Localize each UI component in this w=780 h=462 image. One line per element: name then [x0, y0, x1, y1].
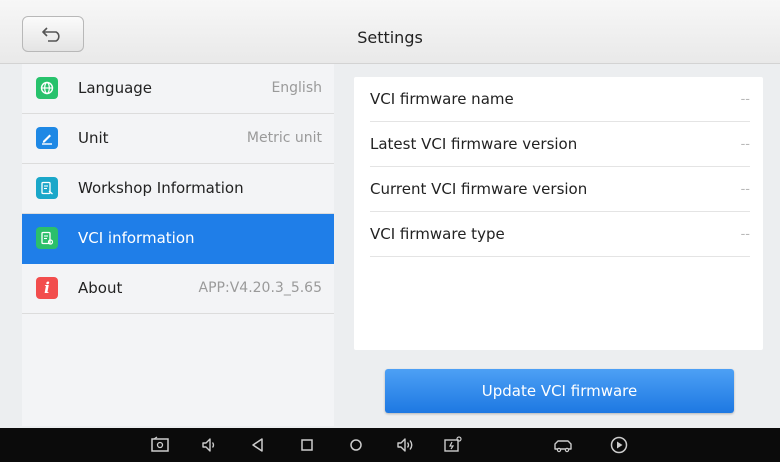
vci-info-panel: VCI firmware name -- Latest VCI firmware…	[354, 77, 763, 350]
row-value: --	[740, 227, 750, 242]
row-value: --	[740, 92, 750, 107]
pencil-icon	[36, 127, 58, 149]
sidebar-item-label: Unit	[78, 129, 109, 147]
current-vci-firmware-version-row: Current VCI firmware version --	[370, 167, 750, 212]
sidebar-item-about[interactable]: i About APP:V4.20.3_5.65	[22, 264, 334, 314]
globe-icon	[36, 77, 58, 99]
row-value: --	[740, 182, 750, 197]
system-nav-bar	[0, 428, 780, 462]
home-icon[interactable]	[346, 435, 366, 455]
back-button[interactable]	[22, 16, 84, 52]
row-value: --	[740, 137, 750, 152]
play-icon[interactable]	[609, 435, 629, 455]
update-vci-firmware-button[interactable]: Update VCI firmware	[385, 369, 734, 413]
car-icon[interactable]	[553, 435, 573, 455]
app-version-value: APP:V4.20.3_5.65	[198, 280, 322, 296]
unit-value: Metric unit	[246, 130, 322, 146]
row-label: Current VCI firmware version	[370, 180, 588, 198]
latest-vci-firmware-version-row: Latest VCI firmware version --	[370, 122, 750, 167]
recent-apps-icon[interactable]	[297, 435, 317, 455]
header-bar: Settings	[0, 0, 780, 64]
language-value: English	[271, 80, 322, 96]
vci-firmware-name-row: VCI firmware name --	[370, 77, 750, 122]
sidebar-item-label: VCI information	[78, 229, 195, 247]
battery-icon[interactable]	[443, 435, 463, 455]
row-label: Latest VCI firmware version	[370, 135, 578, 153]
back-triangle-icon[interactable]	[248, 435, 268, 455]
document-edit-icon	[36, 177, 58, 199]
sidebar-item-workshop-information[interactable]: Workshop Information	[22, 164, 334, 214]
volume-down-icon[interactable]	[199, 435, 219, 455]
sidebar-item-language[interactable]: Language English	[22, 64, 334, 114]
document-chip-icon	[36, 227, 58, 249]
screenshot-icon[interactable]	[150, 435, 170, 455]
screen: Settings Language English Unit Metric un…	[0, 0, 780, 462]
settings-sidebar: Language English Unit Metric unit Worksh…	[22, 64, 334, 426]
row-label: VCI firmware name	[370, 90, 514, 108]
sidebar-item-label: Workshop Information	[78, 179, 244, 197]
sidebar-item-unit[interactable]: Unit Metric unit	[22, 114, 334, 164]
page-title: Settings	[357, 28, 423, 47]
back-arrow-icon	[42, 27, 60, 42]
sidebar-item-label: Language	[78, 79, 153, 97]
vci-firmware-type-row: VCI firmware type --	[370, 212, 750, 257]
info-icon: i	[36, 277, 58, 299]
sidebar-item-vci-information[interactable]: VCI information	[22, 214, 334, 264]
sidebar-item-label: About	[78, 279, 123, 297]
row-label: VCI firmware type	[370, 225, 505, 243]
volume-up-icon[interactable]	[395, 435, 415, 455]
